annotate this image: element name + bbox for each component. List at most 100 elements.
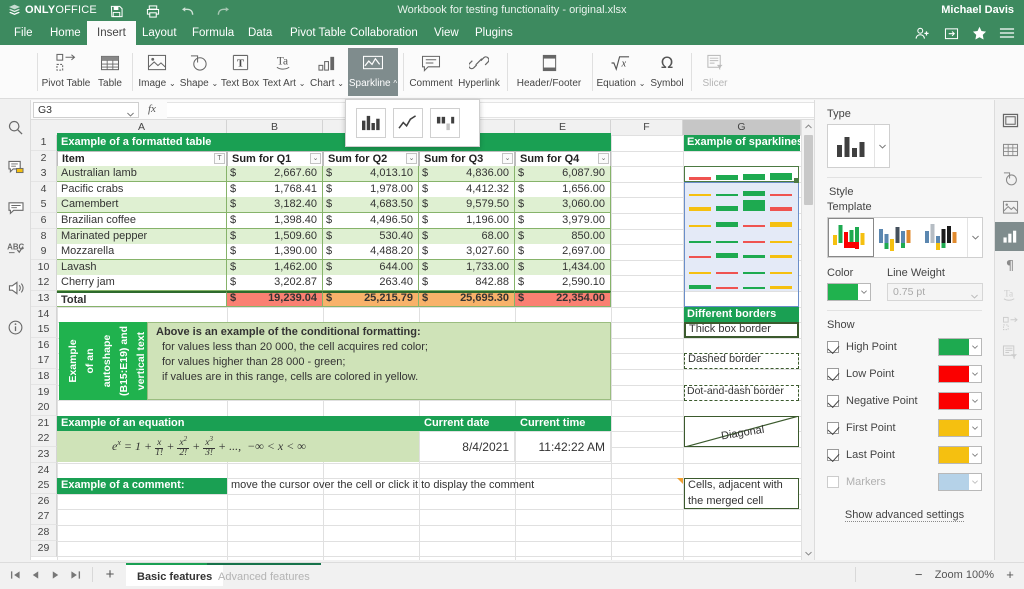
search-icon[interactable] (0, 112, 31, 143)
cell-header-4[interactable]: Sum for Q4 (515, 151, 611, 167)
cell-amount-3-2[interactable]: 1,196.00 (419, 213, 509, 229)
row-header-1[interactable]: 1 (31, 135, 57, 151)
cell-amount-0-1[interactable]: 4,013.10 (323, 166, 413, 182)
cell-header-0[interactable]: Item (57, 151, 227, 167)
ribbon-pivot-table-button[interactable]: Pivot Table (42, 48, 90, 96)
spellcheck-icon[interactable]: ABC (0, 232, 31, 263)
line-weight-select[interactable]: 0.75 pt (887, 283, 983, 301)
row-header-22[interactable]: 22 (31, 431, 57, 447)
cell-item-5[interactable]: Mozzarella (57, 244, 227, 260)
ribbon-symbol-button[interactable]: Ω Symbol (646, 48, 688, 96)
cell-equation-title[interactable]: Example of an equation (57, 416, 419, 432)
show-option-checkbox[interactable] (827, 449, 839, 461)
row-header-12[interactable]: 12 (31, 275, 57, 291)
row-header-20[interactable]: 20 (31, 400, 57, 416)
cell-amount-5-1[interactable]: 4,488.20 (323, 244, 413, 260)
name-box[interactable]: G3 (33, 102, 139, 118)
tab-data[interactable]: Data (238, 21, 282, 45)
scroll-down-button[interactable] (802, 547, 814, 560)
cell-amount-2-3[interactable]: 3,060.00 (515, 197, 605, 213)
cell-total-value-0[interactable]: 19,239.04 (227, 291, 317, 307)
row-header-25[interactable]: 25 (31, 478, 57, 494)
sparkline-settings-icon[interactable] (995, 222, 1024, 251)
user-name[interactable]: Michael Davis (941, 4, 1014, 16)
table-settings-icon[interactable] (995, 135, 1024, 164)
feedback-icon[interactable] (0, 272, 31, 303)
sparkline-type-dropdown[interactable] (345, 99, 480, 147)
cell-amount-0-2[interactable]: 4,836.00 (419, 166, 509, 182)
pivot-table-settings-icon[interactable] (995, 309, 1024, 338)
row-header-2[interactable]: 2 (31, 151, 57, 167)
zoom-level-label[interactable]: Zoom 100% (935, 569, 994, 581)
cell-amount-7-1[interactable]: 263.40 (323, 275, 413, 291)
sparkline-color-chevron-down-icon[interactable] (858, 284, 870, 300)
row-header-29[interactable]: 29 (31, 541, 57, 557)
cell-amount-4-0[interactable]: 1,509.60 (227, 229, 317, 245)
share-user-icon[interactable] (910, 23, 936, 43)
ribbon-shape-button[interactable]: Shape ⌄ (179, 48, 219, 96)
cell-current-time-value[interactable]: 11:42:22 AM (515, 431, 611, 462)
show-option-color-button[interactable] (938, 473, 982, 491)
cell-comment-title[interactable]: Example of a comment: (57, 478, 227, 494)
cell-amount-3-1[interactable]: 4,496.50 (323, 213, 413, 229)
fill-handle[interactable] (794, 178, 799, 183)
about-icon[interactable] (0, 312, 31, 343)
cell-a1-title[interactable]: Example of a formatted table (57, 135, 611, 151)
row-header-17[interactable]: 17 (31, 353, 57, 369)
tab-file[interactable]: File (4, 21, 43, 45)
show-option-row[interactable]: Last Point (827, 441, 982, 468)
show-option-checkbox[interactable] (827, 422, 839, 434)
tab-collaboration[interactable]: Collaboration (340, 21, 428, 45)
cell-amount-1-1[interactable]: 1,978.00 (323, 182, 413, 198)
ribbon-hyperlink-button[interactable]: Hyperlink (456, 48, 502, 96)
filter-button-3[interactable]: ⌄ (502, 153, 513, 164)
filter-button-1[interactable]: ⌄ (310, 153, 321, 164)
row-header-23[interactable]: 23 (31, 447, 57, 463)
row-header-9[interactable]: 9 (31, 244, 57, 260)
cell-amount-2-1[interactable]: 4,683.50 (323, 197, 413, 213)
cell-area[interactable]: Example of a formatted tableItemT Sum for… (57, 135, 814, 560)
insert-function-icon[interactable]: fx (148, 103, 156, 115)
row-header-4[interactable]: 4 (31, 182, 57, 198)
row-header-27[interactable]: 27 (31, 509, 57, 525)
show-option-color-button[interactable] (938, 338, 982, 356)
cell-item-1[interactable]: Pacific crabs (57, 182, 227, 198)
ribbon-sparkline-button[interactable]: Sparkline ^ (348, 48, 398, 96)
cell-amount-7-0[interactable]: 3,202.87 (227, 275, 317, 291)
filter-button-4[interactable]: ⌄ (598, 153, 609, 164)
cell-amount-4-3[interactable]: 850.00 (515, 229, 605, 245)
row-header-8[interactable]: 8 (31, 229, 57, 245)
vertical-scrollbar-thumb[interactable] (804, 135, 813, 205)
row-header-3[interactable]: 3 (31, 166, 57, 182)
column-header-f[interactable]: F (611, 120, 683, 135)
cell-dot-dash-border[interactable]: Dot-and-dash border (684, 385, 799, 401)
sparkline-type-chevron-down-icon[interactable] (875, 125, 889, 167)
column-header-g[interactable]: G (683, 120, 801, 135)
show-option-checkbox[interactable] (827, 368, 839, 380)
scroll-up-button[interactable] (802, 120, 814, 133)
show-option-checkbox[interactable] (827, 395, 839, 407)
cell-amount-3-3[interactable]: 3,979.00 (515, 213, 605, 229)
ribbon-text-art-button[interactable]: Ta Text Art ⌄ (262, 48, 306, 96)
slicer-settings-icon[interactable] (995, 338, 1024, 367)
sparkline-template-option-3[interactable] (920, 218, 966, 257)
zoom-in-button[interactable]: + (1004, 567, 1016, 582)
show-option-chevron-down-icon[interactable] (969, 393, 981, 409)
cell-dashed-border[interactable]: Dashed border (684, 353, 799, 369)
cell-amount-4-1[interactable]: 530.40 (323, 229, 413, 245)
cell-amount-1-2[interactable]: 4,412.32 (419, 182, 509, 198)
tab-plugins[interactable]: Plugins (465, 21, 523, 45)
zoom-out-button[interactable]: − (913, 567, 925, 582)
first-sheet-button[interactable] (6, 567, 24, 582)
filter-button-0[interactable]: T (214, 153, 225, 164)
row-header-28[interactable]: 28 (31, 525, 57, 541)
cell-thick-box-border[interactable]: Thick box border (684, 322, 799, 338)
row-header-21[interactable]: 21 (31, 416, 57, 432)
cell-total-label[interactable]: Total (57, 291, 227, 307)
comments-icon[interactable] (0, 152, 31, 183)
sparkline-template-option-1[interactable] (828, 218, 874, 257)
shape-settings-icon[interactable] (995, 164, 1024, 193)
show-option-color-button[interactable] (938, 365, 982, 383)
show-option-color-button[interactable] (938, 446, 982, 464)
filter-button-2[interactable]: ⌄ (406, 153, 417, 164)
